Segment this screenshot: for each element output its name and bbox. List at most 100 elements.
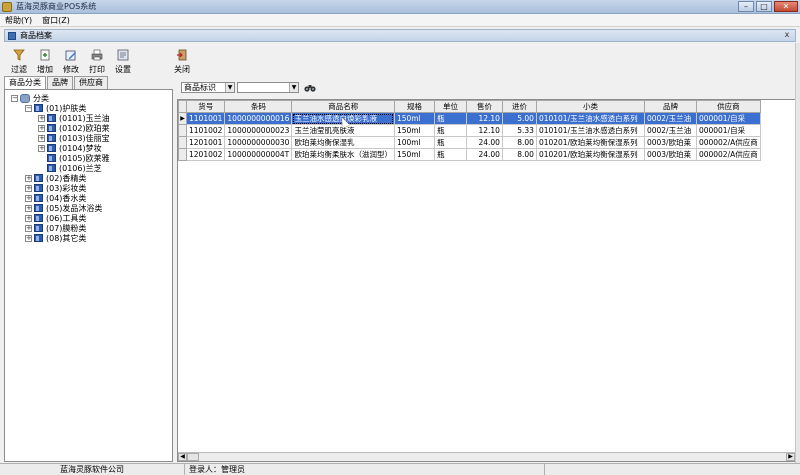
expand-icon[interactable]: + — [38, 134, 45, 142]
tree-node-03[interactable]: + (03)彩妆类 — [5, 183, 172, 193]
column-header-cost[interactable]: 进价 — [501, 100, 537, 113]
cell-spec[interactable]: 100ml — [393, 136, 435, 149]
print-button[interactable]: 打印 — [87, 49, 107, 75]
cell-supplier[interactable]: 000001/自采 — [695, 124, 761, 137]
tree-node-04[interactable]: + (04)香水类 — [5, 193, 172, 203]
cell-subcategory[interactable]: 010101/玉兰油水感透白系列 — [535, 124, 645, 137]
cell-name[interactable]: 欧珀莱均衡保湿乳 — [291, 136, 395, 149]
horizontal-scrollbar[interactable]: ◀ ▶ — [178, 452, 795, 461]
cell-unit[interactable]: 瓶 — [433, 136, 467, 149]
cell-sku[interactable]: 1101001 — [185, 112, 226, 125]
cell-unit[interactable]: 瓶 — [433, 112, 467, 125]
menu-window[interactable]: 窗口(Z) — [37, 15, 75, 26]
cell-sku[interactable]: 1101002 — [185, 124, 226, 137]
tab-brand[interactable]: 品牌 — [47, 76, 73, 89]
child-close-button[interactable]: x — [782, 31, 792, 40]
expand-icon[interactable]: + — [25, 224, 32, 232]
cell-price[interactable]: 12.10 — [465, 112, 503, 125]
tab-category[interactable]: 商品分类 — [4, 76, 46, 89]
column-header-brand[interactable]: 品牌 — [643, 100, 697, 113]
tree-node-07[interactable]: + (07)膜粉类 — [5, 223, 172, 233]
cell-barcode[interactable]: 1000000000030 — [224, 136, 293, 149]
close-button[interactable]: ✕ — [774, 1, 798, 12]
cell-cost[interactable]: 8.00 — [501, 148, 537, 161]
edit-button[interactable]: 修改 — [61, 49, 81, 75]
filter-button[interactable]: 过滤 — [9, 49, 29, 75]
menu-help[interactable]: 帮助(Y) — [0, 15, 37, 26]
cell-cost[interactable]: 5.33 — [501, 124, 537, 137]
cell-supplier[interactable]: 000002/A供应商 — [695, 148, 761, 161]
add-button[interactable]: 增加 — [35, 49, 55, 75]
scroll-thumb[interactable] — [187, 453, 199, 461]
settings-button[interactable]: 设置 — [113, 49, 133, 75]
expand-icon[interactable]: + — [38, 114, 45, 122]
tree-node-06[interactable]: + (06)工具类 — [5, 213, 172, 223]
collapse-icon[interactable]: − — [11, 94, 18, 102]
tree-node-0102[interactable]: + (0102)欧珀莱 — [5, 123, 172, 133]
collapse-icon[interactable]: − — [25, 104, 32, 112]
cell-sku[interactable]: 1201002 — [185, 148, 226, 161]
column-header-supplier[interactable]: 供应商 — [695, 100, 761, 113]
cell-supplier[interactable]: 000002/A供应商 — [695, 136, 761, 149]
close-tool-button[interactable]: 关闭 — [172, 49, 192, 75]
tab-supplier[interactable]: 供应商 — [74, 76, 108, 89]
maximize-button[interactable]: □ — [756, 1, 772, 12]
expand-icon[interactable]: + — [25, 214, 32, 222]
column-header-barcode[interactable]: 条码 — [224, 100, 293, 113]
cell-brand[interactable]: 0003/欧珀莱 — [643, 136, 697, 149]
column-header-price[interactable]: 售价 — [465, 100, 503, 113]
scroll-left-icon[interactable]: ◀ — [178, 453, 187, 461]
binoculars-search-icon[interactable] — [304, 83, 316, 93]
cell-cost[interactable]: 5.00 — [501, 112, 537, 125]
expand-icon[interactable]: + — [25, 174, 32, 182]
table-row[interactable]: 1201002 100000000004T 欧珀莱均衡柔肤水（滋润型） 150m… — [178, 148, 761, 161]
column-header-unit[interactable]: 单位 — [433, 100, 467, 113]
cell-brand[interactable]: 0003/欧珀莱 — [643, 148, 697, 161]
column-header-subcategory[interactable]: 小类 — [535, 100, 645, 113]
cell-brand[interactable]: 0002/玉兰油 — [643, 124, 697, 137]
column-header-name[interactable]: 商品名称 — [291, 100, 395, 113]
tree-node-0103[interactable]: + (0103)佳丽宝 — [5, 133, 172, 143]
cell-price[interactable]: 12.10 — [465, 124, 503, 137]
column-header-spec[interactable]: 规格 — [393, 100, 435, 113]
cell-subcategory[interactable]: 010201/欧珀莱均衡保湿系列 — [535, 148, 645, 161]
cell-price[interactable]: 24.00 — [465, 136, 503, 149]
cell-spec[interactable]: 150ml — [393, 112, 435, 125]
cell-supplier[interactable]: 000001/自采 — [695, 112, 761, 125]
tree-node-skincare[interactable]: − (01)护肤类 — [5, 103, 172, 113]
cell-cost[interactable]: 8.00 — [501, 136, 537, 149]
cell-barcode[interactable]: 1000000000023 — [224, 124, 293, 137]
table-row[interactable]: 1201001 1000000000030 欧珀莱均衡保湿乳 100ml 瓶 2… — [178, 136, 761, 149]
expand-icon[interactable]: + — [25, 184, 32, 192]
filter-field-select[interactable]: 商品标识 ▼ — [181, 82, 235, 93]
column-header-sku[interactable]: 货号 — [185, 100, 226, 113]
tree-node-0104[interactable]: + (0104)梦妆 — [5, 143, 172, 153]
expand-icon[interactable]: + — [38, 144, 45, 152]
expand-icon[interactable]: + — [25, 204, 32, 212]
tree-node-02[interactable]: + (02)香精类 — [5, 173, 172, 183]
table-row[interactable]: 1101002 1000000000023 玉兰油莹肌亮肤液 150ml 瓶 1… — [178, 124, 761, 137]
expand-icon[interactable]: + — [38, 124, 45, 132]
cell-brand[interactable]: 0002/玉兰油 — [643, 112, 697, 125]
expand-icon[interactable]: + — [25, 234, 32, 242]
tree-node-08[interactable]: + (08)其它类 — [5, 233, 172, 243]
minimize-button[interactable]: – — [738, 1, 754, 12]
tree-node-0105[interactable]: (0105)欧莱雅 — [5, 153, 172, 163]
cell-name[interactable]: 欧珀莱均衡柔肤水（滋润型） — [291, 148, 395, 161]
expand-icon[interactable]: + — [25, 194, 32, 202]
cell-barcode[interactable]: 1000000000016 — [224, 112, 293, 125]
cell-spec[interactable]: 150ml — [393, 124, 435, 137]
tree-node-0106[interactable]: (0106)兰芝 — [5, 163, 172, 173]
cell-price[interactable]: 24.00 — [465, 148, 503, 161]
tree-root[interactable]: − 分类 — [5, 93, 172, 103]
cell-subcategory[interactable]: 010101/玉兰油水感透白系列 — [535, 112, 645, 125]
filter-value-input[interactable]: ▼ — [237, 82, 299, 93]
cell-unit[interactable]: 瓶 — [433, 148, 467, 161]
window-vertical-scrollbar[interactable] — [795, 43, 800, 463]
cell-spec[interactable]: 150ml — [393, 148, 435, 161]
scroll-right-icon[interactable]: ▶ — [786, 453, 795, 461]
cell-sku[interactable]: 1201001 — [185, 136, 226, 149]
cell-barcode[interactable]: 100000000004T — [224, 148, 293, 161]
table-row[interactable]: ▶ 1101001 1000000000016 玉兰油水感透白焕彩乳液 150m… — [178, 112, 761, 125]
tree-node-0101[interactable]: + (0101)玉兰油 — [5, 113, 172, 123]
